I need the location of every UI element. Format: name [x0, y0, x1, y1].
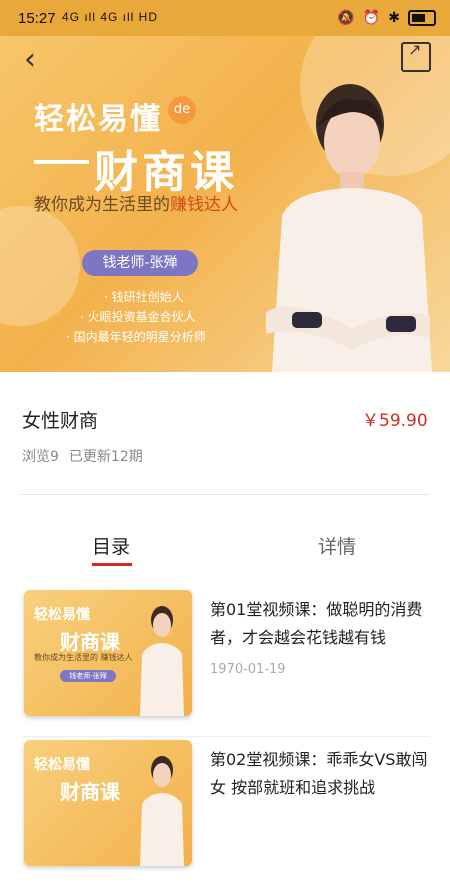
thumb-headline: 轻松易懂 — [34, 757, 90, 773]
lesson-thumbnail: 轻松易懂 财商课 教你成为生活里的 赚钱达人 钱老师-张殚 — [24, 590, 192, 716]
tab-catalog[interactable]: 目录 — [92, 532, 130, 559]
teacher-credential: · 火眼投资基金合伙人 — [80, 310, 196, 324]
view-count: 浏览9 — [22, 449, 59, 465]
thumb-headline: 轻松易懂 — [34, 607, 90, 623]
banner-headline: 轻松易懂 — [34, 102, 162, 137]
status-time: 15:27 — [18, 10, 56, 27]
signal-indicator: 4G ıll 4G ıll HD — [62, 10, 159, 24]
course-title: 女性财商 — [22, 410, 99, 432]
teacher-photo — [266, 84, 432, 372]
course-price: ￥59.90 — [362, 411, 428, 431]
tab-indicator — [92, 563, 132, 566]
teacher-credential: · 钱研社创始人 — [104, 290, 184, 304]
lesson-item[interactable]: 轻松易懂 财商课 教你成为生活里的 赚钱达人 钱老师-张殚 第01堂视频课：做聪… — [0, 590, 450, 738]
banner-rule — [34, 160, 89, 164]
thumb-tagline: 教你成为生活里的 赚钱达人 — [34, 653, 133, 662]
lesson-title: 第02堂视频课：乖乖女VS敢闯女 按部就班和追求挑战 — [210, 750, 428, 797]
lesson-item[interactable]: 轻松易懂 财商课 第02堂视频课：乖乖女VS敢闯女 按部就班和追求挑战 — [0, 740, 450, 888]
section-divider — [20, 494, 430, 495]
status-icons: 🔕 ⏰ ✱ — [337, 9, 436, 26]
back-button[interactable]: ‹ — [24, 42, 52, 77]
decor-circle — [0, 206, 80, 326]
thumb-title: 财商课 — [60, 630, 120, 654]
course-banner: ‹ 轻松易懂 de 财商课 教你成为生活里的赚钱达人 钱老师-张殚 · 钱研社创… — [0, 36, 450, 372]
teacher-badge: 钱老师-张殚 — [82, 250, 198, 276]
thumb-title: 财商课 — [60, 780, 120, 804]
tagline-prefix: 教你成为生活里的 — [34, 195, 170, 215]
lesson-thumbnail: 轻松易懂 财商课 — [24, 740, 192, 866]
banner-tagline: 教你成为生活里的赚钱达人 — [34, 190, 238, 215]
tab-details[interactable]: 详情 — [318, 532, 356, 559]
tagline-highlight: 赚钱达人 — [170, 195, 238, 215]
lesson-divider — [22, 736, 430, 737]
alarm-icon: ⏰ — [362, 9, 381, 25]
lesson-date: 1970-01-19 — [210, 662, 286, 677]
teacher-credential: · 国内最年轻的明星分析师 — [66, 330, 206, 344]
thumb-teacher-photo — [140, 756, 184, 866]
lesson-title: 第01堂视频课：做聪明的消费者，才会越会花钱越有钱 — [210, 600, 423, 647]
thumb-teacher: 钱老师-张殚 — [60, 670, 116, 682]
banner-de-badge: de — [168, 96, 196, 124]
status-bar: 15:27 4G ıll 4G ıll HD 🔕 ⏰ ✱ — [0, 0, 450, 36]
battery-icon — [408, 9, 436, 26]
thumb-teacher-photo — [140, 606, 184, 716]
course-meta: 浏览9 已更新12期 — [22, 446, 143, 466]
bluetooth-icon: ✱ — [388, 9, 400, 25]
update-count: 已更新12期 — [68, 449, 143, 465]
mute-icon: 🔕 — [337, 9, 355, 25]
